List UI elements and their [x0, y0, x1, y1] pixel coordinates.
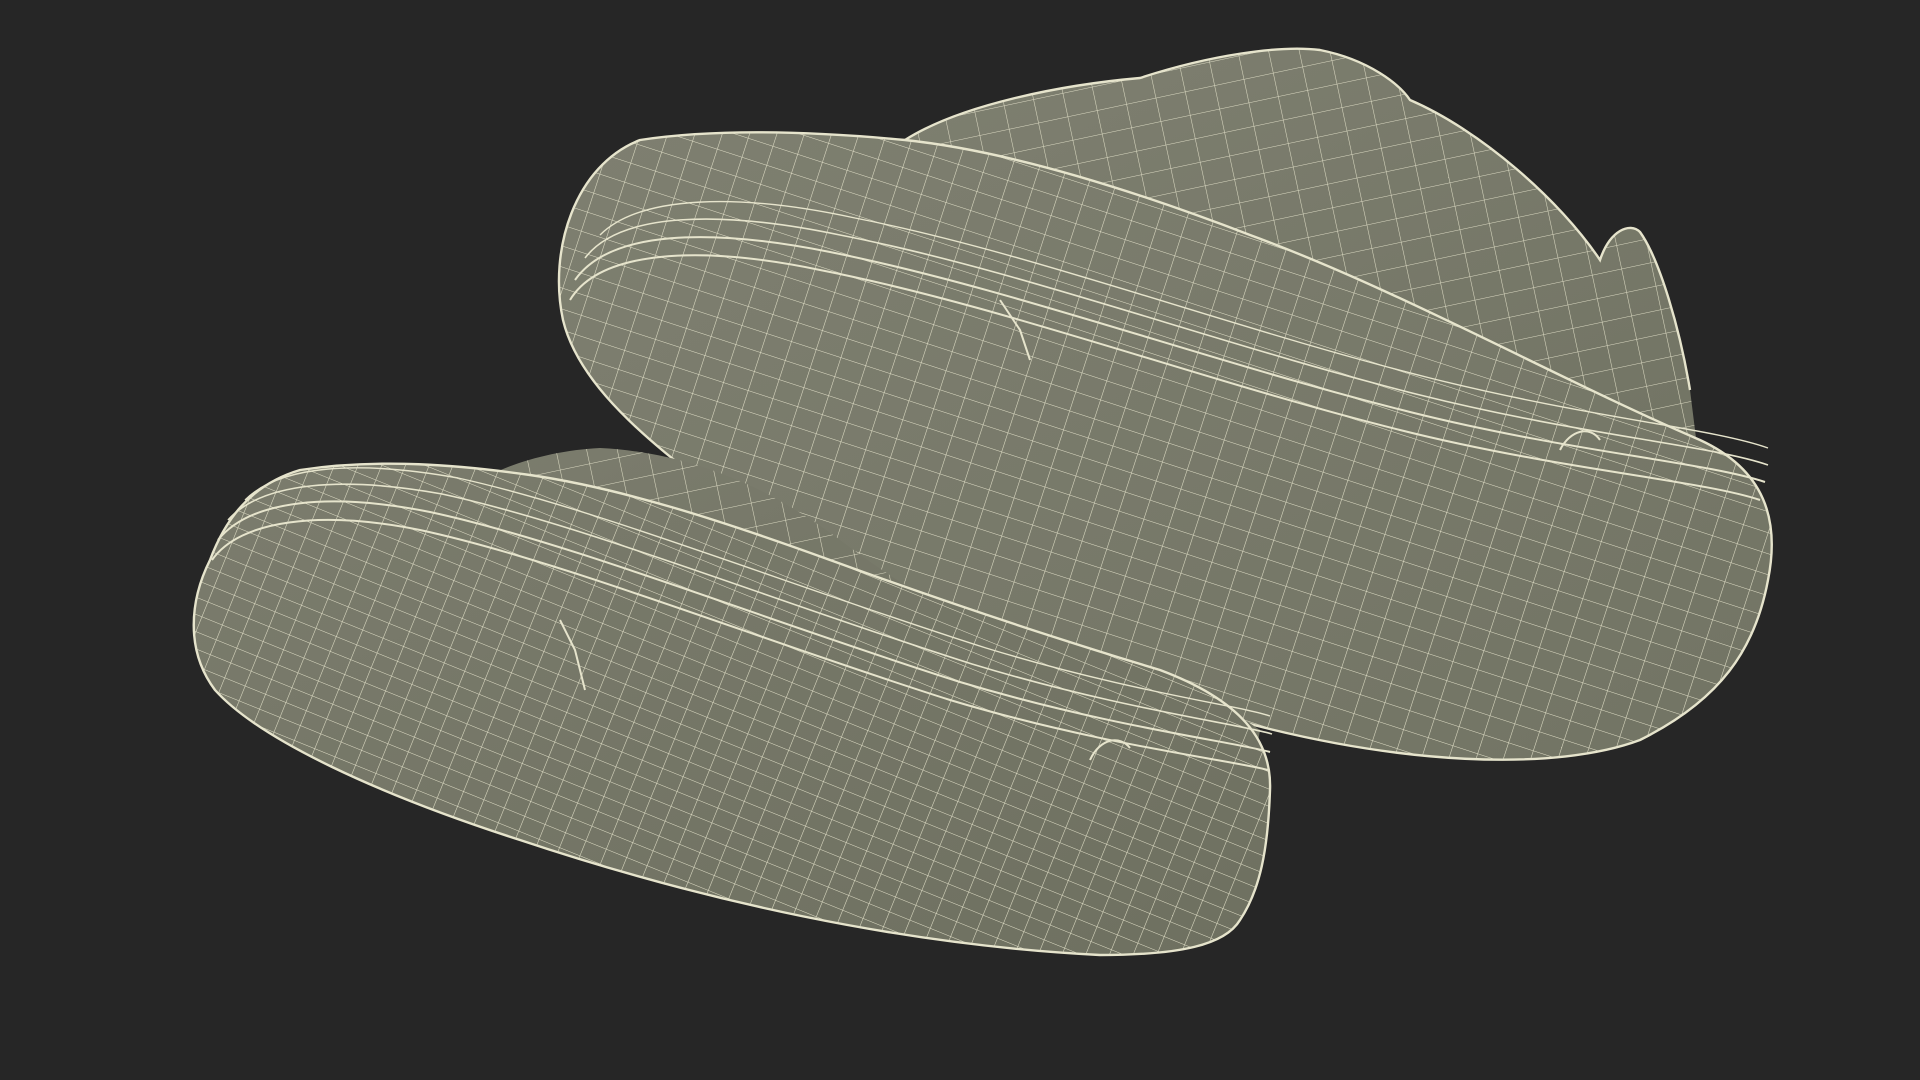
render-viewport	[0, 0, 1920, 1080]
wireframe-render	[192, 47, 1773, 957]
